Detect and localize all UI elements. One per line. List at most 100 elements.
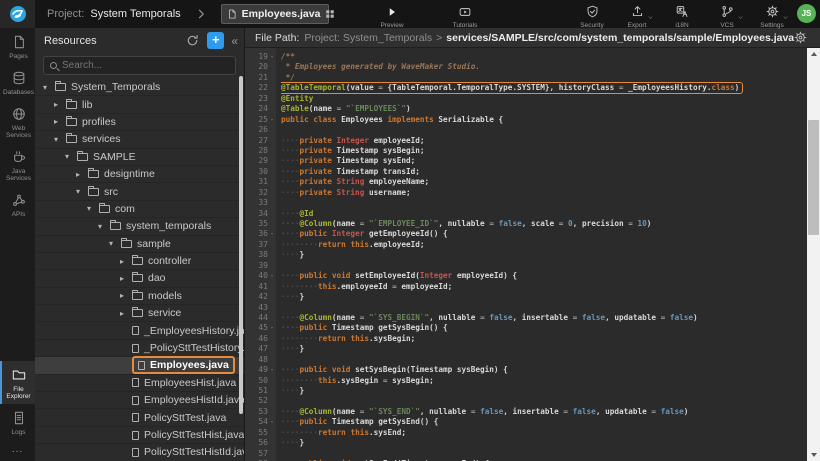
tree-item-designtime[interactable]: ▸designtime	[35, 166, 244, 183]
gear-icon	[794, 31, 807, 43]
	[268, 407, 276, 417]
scroll-down-icon[interactable]	[807, 449, 820, 461]
code-line-50: ········this.sysBegin = sysBegin;	[281, 376, 807, 386]
code-line-51: ····}	[281, 386, 807, 396]
top-bar: Project: System Temporals Employees.java…	[0, 0, 820, 28]
security-button[interactable]: Security	[574, 3, 610, 29]
	[268, 334, 276, 344]
refresh-icon[interactable]	[186, 34, 199, 47]
tree-item-lib[interactable]: ▸lib	[35, 96, 244, 113]
tree-item-system-temporals[interactable]: ▾ system_temporals	[35, 218, 244, 235]
fold-marker-icon: -	[268, 115, 276, 125]
code-line-56: ····}	[281, 438, 807, 448]
sidebar-item-logs[interactable]: Logs	[0, 404, 35, 440]
user-avatar[interactable]: JS	[797, 4, 816, 23]
tree-item-profiles[interactable]: ▸profiles	[35, 114, 244, 131]
tree-item-label: system_temporals	[126, 220, 211, 232]
grid-icon[interactable]	[325, 5, 335, 23]
editor-scrollbar[interactable]	[807, 48, 820, 461]
settings-button[interactable]	[794, 31, 807, 44]
scrollbar-thumb[interactable]	[808, 120, 819, 235]
tree-item-src[interactable]: ▾src	[35, 183, 244, 200]
tree-item-policystttesthistid-java[interactable]: PolicySttTestHistId.java	[35, 444, 244, 461]
	[268, 428, 276, 438]
code-editor[interactable]: 19-202122232425-2627282930313233343536-3…	[245, 48, 820, 461]
settings-button[interactable]: Settings	[754, 3, 790, 29]
gutter-line-45[interactable]: 45-	[245, 323, 276, 333]
gutter-line-54[interactable]: 54-	[245, 417, 276, 427]
gutter-line-44: 44	[245, 313, 276, 323]
add-resource-button[interactable]: +	[207, 32, 224, 49]
tree-item-policystttesthist-java[interactable]: PolicySttTestHist.java	[35, 427, 244, 444]
resources-search[interactable]	[43, 56, 236, 75]
chevron-right-icon[interactable]: ▸	[120, 274, 132, 283]
chevron-right-icon[interactable]: ▸	[120, 309, 132, 318]
gutter-line-47: 47	[245, 344, 276, 354]
wavemaker-logo[interactable]	[0, 0, 35, 28]
gutter-line-25[interactable]: 25-	[245, 115, 276, 125]
chevron-down-icon[interactable]: ▾	[54, 135, 66, 144]
page-icon	[12, 33, 26, 50]
tree-item-controller[interactable]: ▸controller	[35, 253, 244, 270]
gutter-line-19[interactable]: 19-	[245, 52, 276, 62]
	[268, 146, 276, 156]
tree-item-services[interactable]: ▾services	[35, 131, 244, 148]
sidebar-item-java-services[interactable]: Java Services	[0, 143, 35, 186]
gutter-line-53: 53	[245, 407, 276, 417]
tree-item-models[interactable]: ▸models	[35, 288, 244, 305]
more-button[interactable]: ...	[0, 440, 35, 461]
gutter-line-40[interactable]: 40-	[245, 271, 276, 281]
tree-item-policystttest-java[interactable]: PolicySttTest.java	[35, 409, 244, 426]
tree-item-sample[interactable]: ▾SAMPLE	[35, 149, 244, 166]
sidebar-item-databases[interactable]: Databases	[0, 64, 35, 100]
chevron-right-icon[interactable]: ▸	[120, 291, 132, 300]
chevron-down-icon[interactable]: ▾	[98, 222, 110, 231]
chevron-right-icon[interactable]: ▸	[76, 170, 88, 179]
tab-employees-java[interactable]: Employees.java	[221, 4, 329, 24]
chevron-right-icon[interactable]: ▸	[54, 117, 66, 126]
chevron-down-icon[interactable]: ▾	[87, 204, 99, 213]
i18n-button[interactable]: i18N	[664, 3, 700, 29]
resources-scrollbar[interactable]	[239, 76, 243, 414]
chevron-down-icon[interactable]: ▾	[65, 152, 77, 161]
gutter-line-49[interactable]: 49-	[245, 365, 276, 375]
preview-button[interactable]: Preview	[369, 3, 415, 29]
tree-item--policystttesthistory-java[interactable]: _PolicySttTestHistory.java	[35, 340, 244, 357]
collapse-panel-icon[interactable]: «	[231, 34, 238, 48]
chevron-right-icon[interactable]: ▸	[120, 257, 132, 266]
vcs-button[interactable]: VCS	[709, 3, 745, 29]
search-input[interactable]	[62, 60, 212, 71]
chevron-right-icon[interactable]: ▸	[54, 100, 66, 109]
	[268, 198, 276, 208]
sidebar-item-file-explorer[interactable]: File Explorer	[0, 361, 35, 404]
code-line-48	[281, 355, 807, 365]
tree-item-service[interactable]: ▸service	[35, 305, 244, 322]
tree-item-employeeshistid-java[interactable]: EmployeesHistId.java	[35, 392, 244, 409]
security-label: Security	[574, 22, 610, 29]
sidebar-item-apis[interactable]: APIs	[0, 186, 35, 222]
sidebar-item-pages[interactable]: Pages	[0, 28, 35, 64]
file-icon	[132, 431, 139, 440]
chevron-down-icon[interactable]: ▾	[43, 83, 55, 92]
chevron-down-icon[interactable]: ▾	[109, 239, 121, 248]
gutter-line-38: 38	[245, 250, 276, 260]
folder-icon	[132, 292, 143, 300]
chevron-down-icon[interactable]: ▾	[76, 187, 88, 196]
tutorials-button[interactable]: Tutorials	[442, 3, 488, 29]
gutter-line-48: 48	[245, 355, 276, 365]
gutter-line-35: 35	[245, 219, 276, 229]
gutter-line-36[interactable]: 36-	[245, 229, 276, 239]
tree-item-employeeshist-java[interactable]: EmployeesHist.java	[35, 375, 244, 392]
	[268, 303, 276, 313]
tree-item-com[interactable]: ▾com	[35, 201, 244, 218]
tree-item--employeeshistory-java[interactable]: _EmployeesHistory.java	[35, 322, 244, 339]
sidebar-item-web-services[interactable]: Web Services	[0, 100, 35, 143]
tree-item-dao[interactable]: ▸dao	[35, 270, 244, 287]
tree-item-sample[interactable]: ▾sample	[35, 236, 244, 253]
tree-item-employees-java[interactable]: Employees.java	[35, 357, 244, 374]
	[268, 209, 276, 219]
tree-item-system-temporals[interactable]: ▾System_Temporals	[35, 79, 244, 96]
tab-label: Employees.java	[242, 8, 321, 20]
scroll-up-icon[interactable]	[807, 48, 820, 60]
export-button[interactable]: Export	[619, 3, 655, 29]
